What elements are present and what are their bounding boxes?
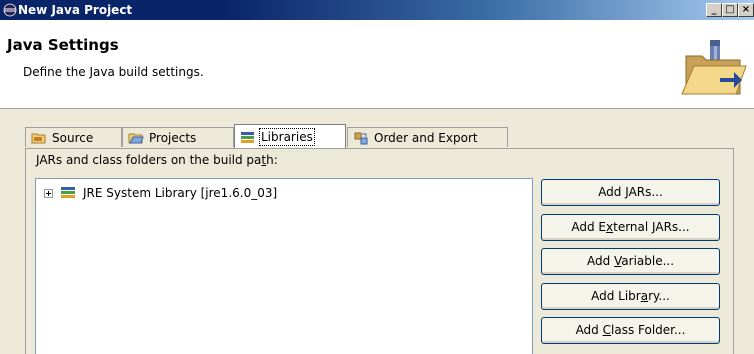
order-export-icon [354, 132, 368, 144]
tab-libraries-label: Libraries [259, 127, 315, 146]
add-variable-button[interactable]: Add Variable... [541, 248, 720, 275]
title-bar[interactable]: New Java Project _ □ × [0, 0, 754, 20]
eclipse-icon [3, 3, 17, 17]
tree-item-label: JRE System Library [jre1.6.0_03] [83, 186, 278, 200]
source-folder-icon [31, 133, 46, 143]
new-java-project-window: New Java Project _ □ × Java Settings Def… [0, 0, 754, 354]
minimize-button[interactable]: _ [706, 3, 722, 17]
tab-projects-label: Projects [149, 130, 197, 145]
projects-icon [128, 133, 144, 143]
window-title: New Java Project [18, 3, 133, 17]
libraries-icon [241, 131, 254, 143]
add-class-folder-button[interactable]: Add Class Folder... [541, 317, 720, 344]
add-external-jars-button[interactable]: Add External JARs... [541, 214, 720, 241]
page-title: Java Settings [7, 36, 119, 54]
page-description: Define the Java build settings. [23, 65, 204, 79]
build-path-tree[interactable]: JRE System Library [jre1.6.0_03] [35, 178, 533, 354]
tab-order-and-export[interactable]: Order and Export [347, 127, 508, 147]
tree-item-jre-system-library[interactable]: JRE System Library [jre1.6.0_03] [44, 185, 277, 201]
maximize-button[interactable]: □ [722, 3, 738, 17]
wizard-header: Java Settings Define the Java build sett… [0, 20, 754, 109]
tab-libraries[interactable]: Libraries [234, 124, 346, 148]
tab-source[interactable]: Source [25, 127, 122, 147]
build-path-label: JARs and class folders on the build path… [36, 153, 278, 167]
add-jars-button[interactable]: Add JARs... [541, 179, 720, 206]
add-library-button[interactable]: Add Library... [541, 283, 720, 310]
expand-icon[interactable] [44, 188, 53, 198]
library-icon [61, 187, 75, 198]
close-button[interactable]: × [738, 3, 754, 17]
tab-projects[interactable]: Projects [122, 127, 234, 147]
new-java-project-wizard-icon [681, 40, 747, 95]
tab-order-and-export-label: Order and Export [374, 130, 478, 145]
tab-source-label: Source [52, 130, 94, 145]
